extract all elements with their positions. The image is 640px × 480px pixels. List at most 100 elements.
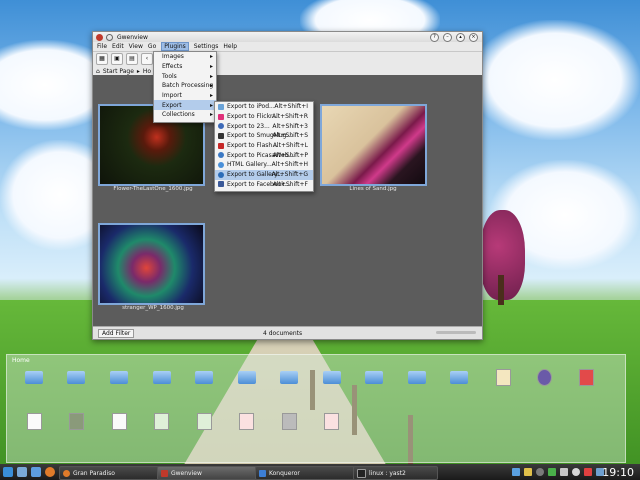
- menu-file[interactable]: File: [97, 43, 107, 50]
- tray-icon[interactable]: [512, 468, 520, 476]
- spreadsheet-file-icon[interactable]: [112, 413, 127, 430]
- folder-icon[interactable]: [323, 371, 341, 384]
- statusbar: Add Filter 4 documents: [93, 326, 482, 339]
- export-to-smugmug[interactable]: Export to SmugMug... Alt+Shift+S: [215, 131, 313, 141]
- plugins-menu: Images ▸ Effects ▸ Tools ▸ Batch Processing…: [153, 51, 217, 123]
- menu-item-batch-processing[interactable]: Batch Processing ▸: [154, 81, 216, 91]
- close-button[interactable]: ×: [469, 33, 478, 42]
- menu-item-import[interactable]: Import ▸: [154, 91, 216, 101]
- menu-item-label: Export to iPod...: [227, 103, 275, 111]
- browser-icon[interactable]: [45, 467, 55, 477]
- task-gran-paradiso[interactable]: Gran Paradiso: [59, 466, 159, 480]
- home-folder-icon[interactable]: [31, 467, 41, 477]
- thumbnail-lines-of-sand[interactable]: [320, 104, 427, 186]
- export-to-flickr[interactable]: Export to Flickr... Alt+Shift+R: [215, 112, 313, 122]
- folder-view-panel[interactable]: Home: [6, 354, 626, 463]
- menu-item-label: Collections: [162, 111, 195, 119]
- menu-settings[interactable]: Settings: [194, 43, 219, 50]
- menu-item-label: Tools: [162, 72, 177, 80]
- task-label: Gran Paradiso: [73, 469, 115, 477]
- gwenview-icon: [161, 469, 168, 477]
- tray-icon[interactable]: [548, 468, 556, 476]
- disc-icon[interactable]: [537, 369, 552, 386]
- folder-icon[interactable]: [280, 371, 298, 384]
- add-filter-button[interactable]: Add Filter: [98, 328, 135, 338]
- smugmug-icon: [218, 132, 224, 139]
- network-icon[interactable]: [560, 468, 568, 476]
- tray-icon[interactable]: [536, 468, 544, 476]
- show-desktop-icon[interactable]: [17, 467, 27, 477]
- update-icon[interactable]: [584, 468, 592, 476]
- export-to-ipod[interactable]: Export to iPod... Alt+Shift+I: [215, 102, 313, 112]
- 23hq-icon: [218, 123, 224, 130]
- menu-item-label: HTML Gallery...: [227, 161, 272, 169]
- export-to-flash[interactable]: Export to Flash... Alt+Shift+L: [215, 141, 313, 151]
- picasa-icon: [218, 152, 224, 159]
- image-file-icon[interactable]: [69, 413, 84, 430]
- task-yast[interactable]: linux : yast2: [353, 466, 438, 480]
- breadcrumb-separator-icon: ▸: [136, 67, 140, 75]
- folder-icon[interactable]: [408, 371, 426, 384]
- menu-edit[interactable]: Edit: [112, 43, 124, 50]
- task-gwenview[interactable]: Gwenview: [157, 466, 257, 480]
- maximize-button[interactable]: ▴: [456, 33, 465, 42]
- pin-icon[interactable]: [106, 33, 113, 41]
- html-gallery[interactable]: HTML Gallery... Alt+Shift+H: [215, 160, 313, 170]
- clock[interactable]: 19:10: [602, 466, 634, 479]
- pdf-file-icon[interactable]: [324, 413, 339, 430]
- home-icon[interactable]: ⌂: [96, 68, 100, 75]
- view-icon[interactable]: ▣: [111, 53, 123, 65]
- compare-icon[interactable]: ▤: [126, 53, 138, 65]
- folder-icon[interactable]: [153, 371, 171, 384]
- toolbar: ▦ ▣ ▤ ‹ ›: [93, 52, 482, 66]
- minimize-button[interactable]: –: [443, 33, 452, 42]
- export-to-facebook[interactable]: Export to Facebook... Alt+Shift+F: [215, 180, 313, 190]
- thumbnail-stranger[interactable]: [98, 223, 205, 305]
- folder-icon[interactable]: [450, 371, 468, 384]
- menu-item-effects[interactable]: Effects ▸: [154, 62, 216, 72]
- menu-go[interactable]: Go: [148, 43, 156, 50]
- breadcrumb-home[interactable]: Ho: [143, 68, 151, 75]
- shortcut-label: Alt+Shift+F: [272, 180, 308, 188]
- gallery-icon: [218, 171, 224, 178]
- kde-menu-icon[interactable]: [3, 467, 13, 477]
- folder-icon[interactable]: [195, 371, 213, 384]
- back-icon[interactable]: ‹: [141, 53, 153, 65]
- menu-view[interactable]: View: [129, 43, 143, 50]
- document-icon[interactable]: [496, 369, 511, 386]
- folder-icon[interactable]: [25, 371, 43, 384]
- app-icon: [96, 33, 103, 41]
- shortcut-label: Alt+Shift+S: [272, 132, 308, 140]
- menu-item-export[interactable]: Export ▸: [154, 100, 216, 111]
- volume-icon[interactable]: [572, 468, 580, 476]
- folder-icon[interactable]: [365, 371, 383, 384]
- script-file-icon[interactable]: [282, 413, 297, 430]
- shortcut-label: Alt+Shift+P: [272, 151, 308, 159]
- breadcrumb-start-page[interactable]: Start Page: [103, 68, 134, 75]
- pdf-file-icon[interactable]: [239, 413, 254, 430]
- menu-plugins[interactable]: Plugins: [161, 42, 189, 51]
- export-to-picasaweb[interactable]: Export to PicasaWeb... Alt+Shift+P: [215, 150, 313, 160]
- browse-icon[interactable]: ▦: [96, 53, 108, 65]
- export-to-23[interactable]: Export to 23... Alt+Shift+3: [215, 121, 313, 131]
- text-file-icon[interactable]: [27, 413, 42, 430]
- zoom-slider[interactable]: [436, 331, 476, 334]
- menu-help[interactable]: Help: [223, 43, 237, 50]
- taskbar: Gran Paradiso Gwenview Konqueror linux :…: [0, 464, 640, 480]
- export-to-gallery[interactable]: Export to Gallery... Alt+Shift+G: [215, 169, 313, 180]
- spreadsheet-file-icon[interactable]: [154, 413, 169, 430]
- folder-icon[interactable]: [238, 371, 256, 384]
- menu-item-collections[interactable]: Collections ▸: [154, 110, 216, 120]
- folder-icon[interactable]: [67, 371, 85, 384]
- shortcut-label: Alt+Shift+H: [271, 161, 308, 169]
- menu-item-tools[interactable]: Tools ▸: [154, 71, 216, 81]
- menu-item-images[interactable]: Images ▸: [154, 52, 216, 62]
- window-title: Gwenview: [117, 33, 148, 41]
- tray-icon[interactable]: [524, 468, 532, 476]
- task-konqueror[interactable]: Konqueror: [255, 466, 355, 480]
- ruby-file-icon[interactable]: [579, 369, 594, 386]
- window-titlebar[interactable]: Gwenview ? – ▴ ×: [93, 32, 482, 42]
- spreadsheet-file-icon[interactable]: [197, 413, 212, 430]
- help-button[interactable]: ?: [430, 33, 439, 42]
- folder-icon[interactable]: [110, 371, 128, 384]
